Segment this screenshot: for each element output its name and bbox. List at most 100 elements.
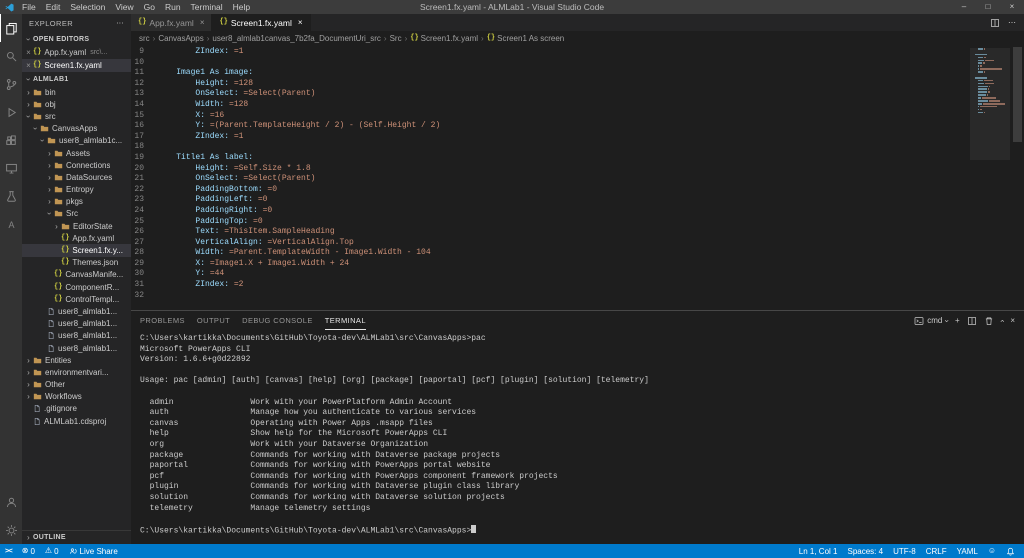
status-indentation[interactable]: Spaces: 4 [842,544,888,558]
status-feedback[interactable]: ☺ [983,544,1001,558]
tree-item-controltempl[interactable]: {} ControlTempl... [22,293,131,305]
status-live-share[interactable]: Live Share [64,544,123,558]
activity-settings[interactable] [0,516,22,544]
activity-test[interactable] [0,182,22,210]
folder-root-header[interactable]: › ALMLAB1 [22,72,131,86]
terminal-picker[interactable]: cmd › [914,316,952,326]
new-terminal[interactable]: + [955,316,960,325]
tree-item-other[interactable]: › Other [22,379,131,391]
activity-search[interactable] [0,42,22,70]
close-panel[interactable]: × [1010,316,1015,325]
code-text[interactable]: ZIndex: =1 [157,132,243,143]
activity-extensions[interactable] [0,126,22,154]
tree-item-entropy[interactable]: › Entropy [22,184,131,196]
split-terminal[interactable] [967,316,977,326]
kill-terminal[interactable] [984,316,994,326]
status-eol[interactable]: CRLF [921,544,952,558]
tree-item-themes-json[interactable]: {} Themes.json [22,257,131,269]
tree-item-user8-almlab1c[interactable]: › user8_almlab1c... [22,135,131,147]
code-text[interactable]: ZIndex: =1 [157,47,243,58]
tree-item-user8-almlab1[interactable]: user8_almlab1... [22,318,131,330]
tab-app-fx-yaml[interactable]: {} App.fx.yaml × [131,14,213,31]
menu-file[interactable]: File [17,0,41,14]
code-text[interactable]: X: =Image1.X + Image1.Width + 24 [157,259,349,270]
breadcrumb-item-screen1-as-screen[interactable]: {} Screen1 As screen [487,34,565,43]
code-text[interactable]: ZIndex: =2 [157,280,243,291]
tree-item-workflows[interactable]: › Workflows [22,391,131,403]
scrollbar-thumb[interactable] [1013,47,1022,142]
tree-item-canvasapps[interactable]: › CanvasApps [22,123,131,135]
tree-item-connections[interactable]: › Connections [22,159,131,171]
code-text[interactable]: OnSelect: =Select(Parent) [157,89,315,100]
tree-item-pkgs[interactable]: › pkgs [22,196,131,208]
open-editors-header[interactable]: › OPEN EDITORS [22,32,131,46]
code-text[interactable]: Height: =Self.Size * 1.8 [157,164,310,175]
menu-help[interactable]: Help [228,0,255,14]
terminal-output[interactable]: C:\Users\kartikka\Documents\GitHub\Toyot… [131,330,1024,544]
tree-item-editorstate[interactable]: › EditorState [22,220,131,232]
panel-tab-output[interactable]: OUTPUT [197,311,230,330]
breadcrumb-item-src[interactable]: src [139,34,150,43]
outline-header[interactable]: › OUTLINE [22,530,131,544]
code-text[interactable]: Y: =44 [157,269,224,280]
status-cursor-position[interactable]: Ln 1, Col 1 [794,544,843,558]
close-icon[interactable]: × [24,61,33,70]
tree-item-canvasmanife[interactable]: {} CanvasManife... [22,269,131,281]
tree-item-app-fx-yaml[interactable]: {} App.fx.yaml [22,232,131,244]
code-text[interactable]: Y: =(Parent.TemplateHeight / 2) - (Self.… [157,121,440,132]
editor-scrollbar[interactable] [1010,45,1024,310]
breadcrumb-item-canvasapps[interactable]: CanvasApps [158,34,203,43]
maximize-panel[interactable]: › [997,317,1006,325]
close-icon[interactable]: × [200,18,205,27]
tree-item-obj[interactable]: › obj [22,98,131,110]
tree-item-bin[interactable]: › bin [22,86,131,98]
menu-view[interactable]: View [110,0,138,14]
status-remote[interactable]: >< [0,544,17,558]
tree-item-componentr[interactable]: {} ComponentR... [22,281,131,293]
panel-tab-terminal[interactable]: TERMINAL [324,311,366,330]
minimap[interactable] [970,48,1010,310]
code-text[interactable]: VerticalAlign: =VerticalAlign.Top [157,238,353,249]
code-text[interactable]: OnSelect: =Select(Parent) [157,174,315,185]
menu-edit[interactable]: Edit [41,0,66,14]
tree-item-src[interactable]: › Src [22,208,131,220]
close-icon[interactable]: × [24,48,33,57]
activity-explorer[interactable] [0,14,22,42]
panel-tab-debug-console[interactable]: DEBUG CONSOLE [242,311,313,330]
menu-terminal[interactable]: Terminal [186,0,228,14]
menu-selection[interactable]: Selection [65,0,110,14]
status-warnings[interactable]: ⚠ 0 [40,544,64,558]
activity-run-and-debug[interactable] [0,98,22,126]
open-editor-screen1-fx-yaml[interactable]: ×{} Screen1.fx.yaml [22,59,131,72]
close-button[interactable]: × [1000,0,1024,14]
activity-remote-explorer[interactable] [0,154,22,182]
tree-item-almlab1-cdsproj[interactable]: ALMLab1.cdsproj [22,415,131,427]
tree-item-datasources[interactable]: › DataSources [22,171,131,183]
menu-go[interactable]: Go [139,0,160,14]
code-text[interactable]: Height: =128 [157,79,253,90]
tab-screen1-fx-yaml[interactable]: {} Screen1.fx.yaml × [212,14,311,31]
status-notifications[interactable] [1001,544,1020,558]
minimap-slider[interactable] [970,48,1010,160]
activity-account[interactable] [0,488,22,516]
split-icon[interactable] [990,18,1000,28]
minimize-button[interactable]: – [952,0,976,14]
code-text[interactable]: PaddingBottom: =0 [157,185,277,196]
activity-azure[interactable]: A [0,210,22,238]
code-text[interactable]: PaddingTop: =0 [157,217,262,228]
tree-item-gitignore[interactable]: .gitignore [22,403,131,415]
menu-run[interactable]: Run [160,0,186,14]
status-problems[interactable]: ⊗ 0 [17,544,40,558]
code-editor[interactable]: 9 ZIndex: =1 10 11 Image1 As image: 12 Heig… [131,45,1024,310]
tree-item-screen1-fx-y[interactable]: {} Screen1.fx.y... [22,244,131,257]
activity-source-control[interactable] [0,70,22,98]
code-text[interactable]: Text: =ThisItem.SampleHeading [157,227,334,238]
code-text[interactable]: Width: =128 [157,100,248,111]
tree-item-src[interactable]: › src [22,110,131,122]
breadcrumb-item-user8-almlab1canvas-7b2fa-documenturi-src[interactable]: user8_almlab1canvas_7b2fa_DocumentUri_sr… [212,34,381,43]
close-icon[interactable]: × [298,18,303,27]
panel-tab-problems[interactable]: PROBLEMS [140,311,185,330]
tree-item-entities[interactable]: › Entities [22,354,131,366]
code-text[interactable]: Title1 As label: [157,153,253,164]
tree-item-environmentvari[interactable]: › environmentvari... [22,366,131,378]
